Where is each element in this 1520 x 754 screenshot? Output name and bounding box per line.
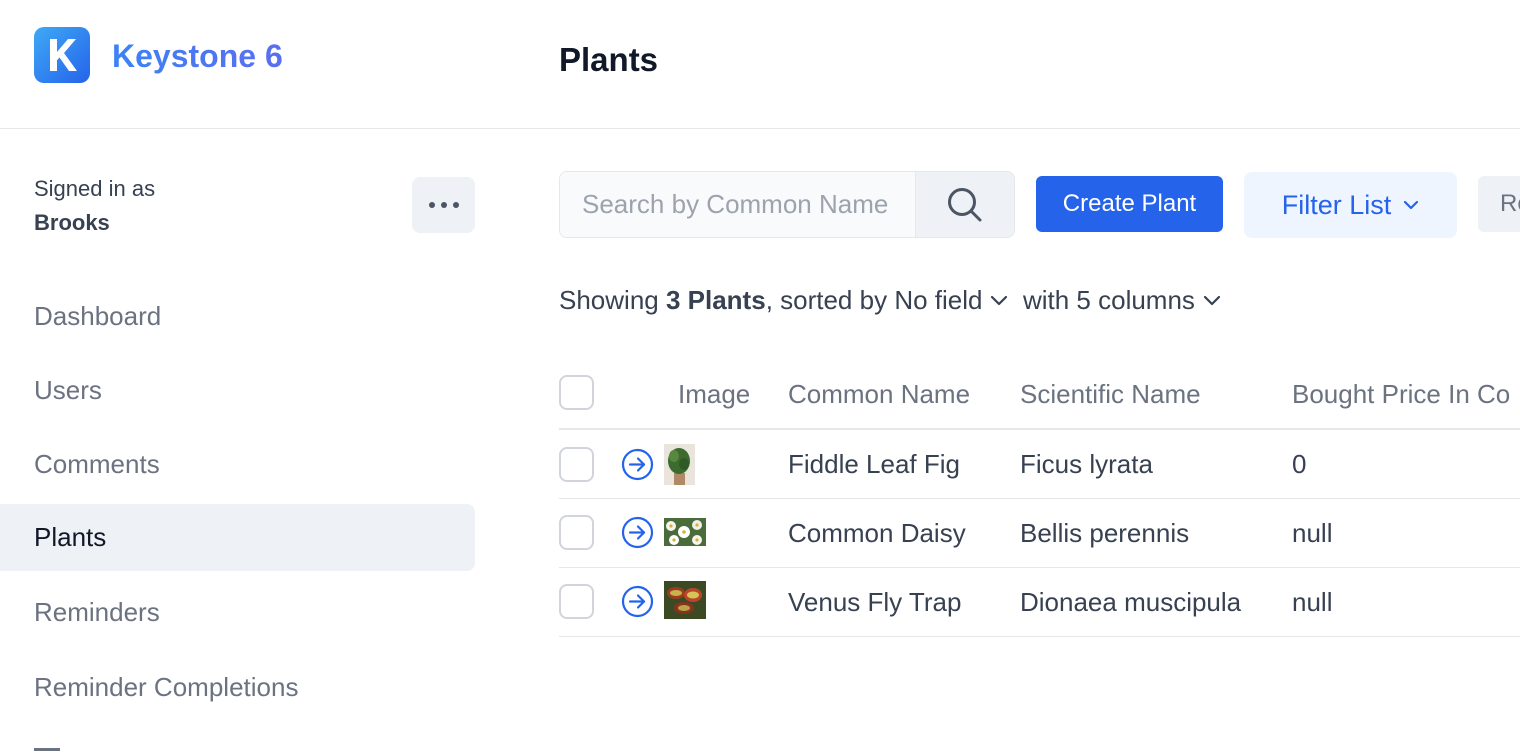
- sort-field-label: No field: [894, 285, 983, 315]
- reset-button[interactable]: Re: [1478, 176, 1520, 232]
- keystone-logo[interactable]: [34, 27, 90, 83]
- sidebar-item-users[interactable]: Users: [0, 357, 475, 424]
- page-title: Plants: [559, 41, 659, 78]
- arrow-right-circle-icon[interactable]: [621, 448, 654, 481]
- sidebar-item-comments[interactable]: Comments: [0, 431, 475, 498]
- table-header: Image Common Name Scientific Name Bought…: [559, 358, 1520, 430]
- sidebar-item-plants[interactable]: Plants: [0, 504, 475, 571]
- summary-sorted-by: , sorted by: [765, 285, 888, 315]
- user-menu-button[interactable]: [412, 177, 475, 233]
- filter-list-button[interactable]: Filter List: [1244, 172, 1457, 238]
- row-checkbox[interactable]: [559, 447, 594, 482]
- cell-bought-price: null: [1292, 517, 1333, 548]
- sidebar-item-cutoff: [34, 748, 60, 751]
- create-plant-button[interactable]: Create Plant: [1036, 176, 1223, 232]
- cell-bought-price: null: [1292, 586, 1333, 617]
- chevron-down-icon: [991, 295, 1008, 305]
- chevron-down-icon: [1203, 295, 1221, 305]
- sidebar-item-label: Users: [34, 375, 102, 405]
- sidebar-item-label: Dashboard: [34, 301, 162, 331]
- column-header-image[interactable]: Image: [678, 378, 750, 410]
- chevron-down-icon: [1404, 200, 1419, 210]
- row-checkbox[interactable]: [559, 584, 594, 619]
- cell-common-name: Common Daisy: [788, 517, 966, 548]
- summary-with: with: [1022, 285, 1070, 315]
- more-dots-icon: [440, 202, 447, 208]
- summary-count: 3 Plants: [665, 285, 766, 315]
- search-button[interactable]: [916, 172, 1014, 237]
- venus-fly-trap-image: [664, 581, 706, 619]
- columns-dropdown[interactable]: 5 columns: [1076, 283, 1221, 317]
- column-header-scientific-name[interactable]: Scientific Name: [1020, 378, 1201, 410]
- table-row: Venus Fly Trap Dionaea muscipula null: [559, 568, 1520, 637]
- signed-in-label: Signed in as: [34, 176, 156, 201]
- common-daisy-image: [664, 518, 706, 546]
- column-header-bought-price[interactable]: Bought Price In Co: [1292, 378, 1510, 410]
- cell-common-name: Venus Fly Trap: [788, 586, 962, 617]
- arrow-right-circle-icon[interactable]: [621, 516, 654, 549]
- cell-bought-price: 0: [1292, 448, 1307, 479]
- sidebar-item-label: Comments: [34, 449, 160, 479]
- sort-field-dropdown[interactable]: No field: [894, 283, 1008, 317]
- sidebar-item-label: Plants: [34, 522, 107, 552]
- fiddle-leaf-fig-image: [664, 444, 695, 485]
- summary-showing: Showing: [559, 285, 659, 315]
- columns-label: 5 columns: [1076, 285, 1195, 315]
- more-dots-icon: [428, 202, 435, 208]
- k-letter-icon: [50, 39, 77, 71]
- more-dots-icon: [452, 202, 459, 208]
- app-header: Keystone 6 Plants: [0, 0, 1520, 129]
- select-all-checkbox[interactable]: [559, 375, 594, 410]
- sidebar-item-reminder-completions[interactable]: Reminder Completions: [0, 654, 475, 721]
- sidebar-item-label: Reminders: [34, 597, 160, 627]
- sidebar-item-dashboard[interactable]: Dashboard: [0, 283, 475, 350]
- list-summary: Showing 3 Plants, sorted by No field wit…: [559, 283, 1221, 317]
- search-box: [559, 171, 1015, 238]
- cell-scientific-name: Dionaea muscipula: [1020, 586, 1242, 617]
- cell-scientific-name: Bellis perennis: [1020, 517, 1190, 548]
- filter-list-label: Filter List: [1281, 189, 1392, 220]
- cell-common-name: Fiddle Leaf Fig: [788, 448, 960, 479]
- search-icon: [948, 187, 982, 221]
- cell-scientific-name: Ficus lyrata: [1020, 448, 1153, 479]
- table-row: Fiddle Leaf Fig Ficus lyrata 0: [559, 430, 1520, 499]
- row-checkbox[interactable]: [559, 515, 594, 550]
- signed-in-user: Brooks: [34, 210, 110, 235]
- brand-name[interactable]: Keystone 6: [112, 36, 283, 76]
- sidebar-item-reminders[interactable]: Reminders: [0, 579, 475, 646]
- arrow-right-circle-icon[interactable]: [621, 585, 654, 618]
- table-row: Common Daisy Bellis perennis null: [559, 499, 1520, 568]
- sidebar-item-label: Reminder Completions: [34, 672, 299, 702]
- column-header-common-name[interactable]: Common Name: [788, 378, 970, 410]
- search-input[interactable]: [560, 172, 916, 237]
